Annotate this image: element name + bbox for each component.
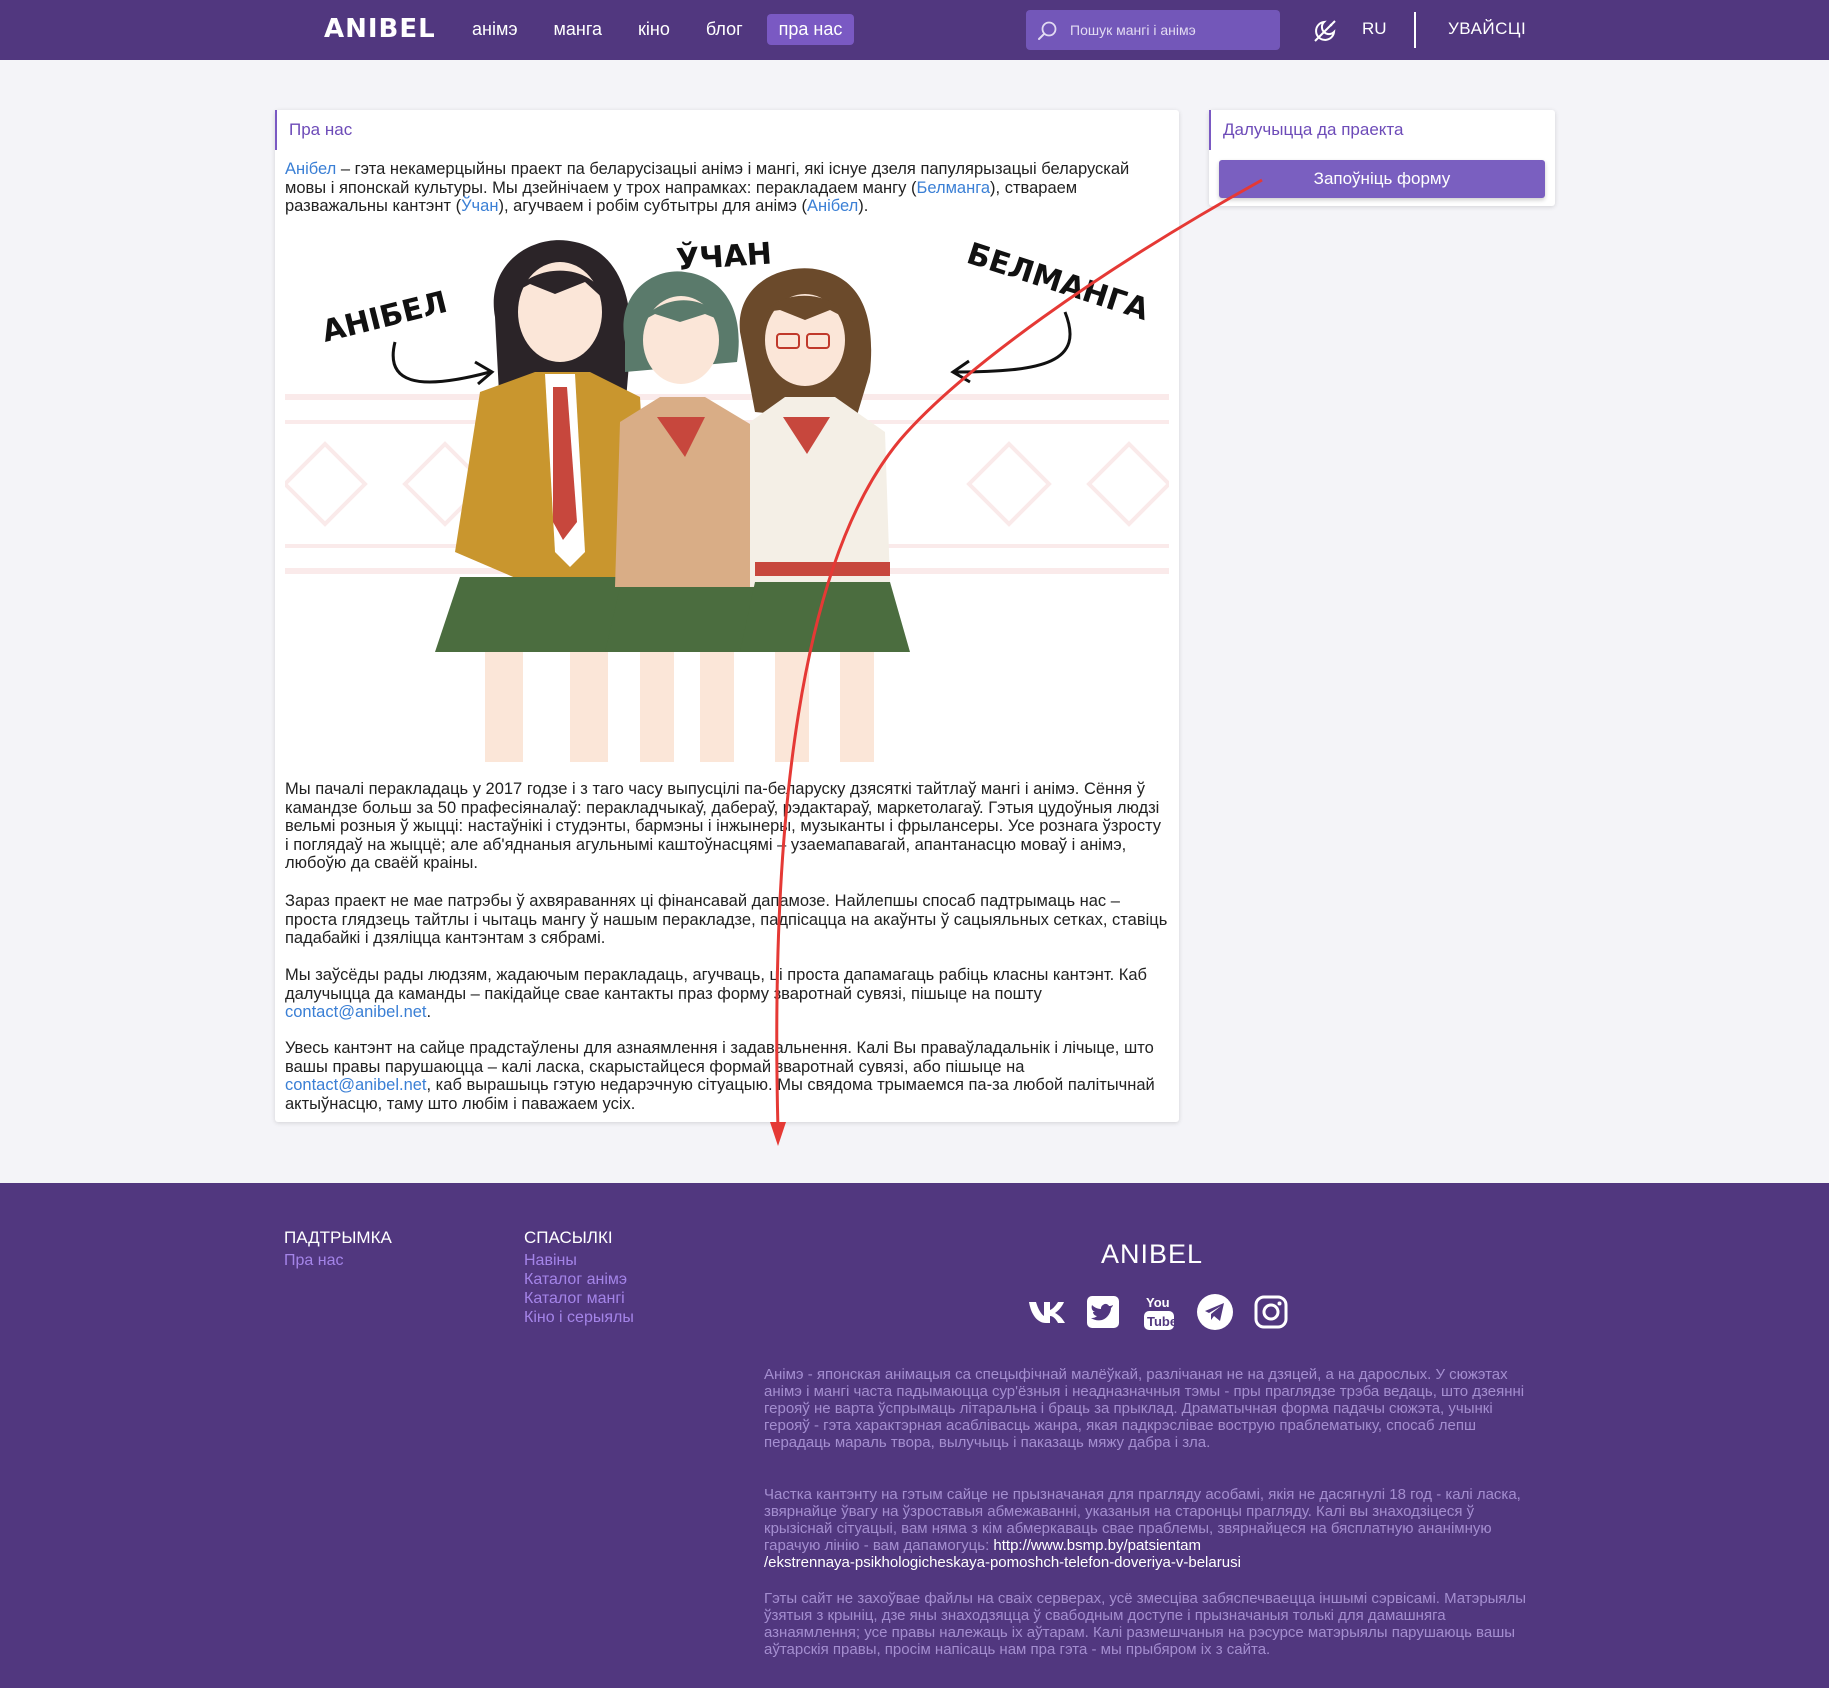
- anibel-link[interactable]: Анібел: [285, 160, 336, 178]
- footer-links-column: СПАСЫЛКІ Навіны Каталог анімэ Каталог ма…: [524, 1228, 634, 1327]
- join-text-2: .: [426, 1003, 432, 1021]
- label-uchan: ЎЧАН: [675, 235, 773, 278]
- about-join: Мы заўсёды рады людзям, жадаючым перакла…: [285, 966, 1169, 1022]
- nav-anime[interactable]: анімэ: [460, 14, 530, 45]
- top-navigation-bar: ANIBEL анімэ манга кіно блог пра нас RU …: [0, 0, 1829, 60]
- fill-form-button[interactable]: Запоўніць форму: [1219, 160, 1545, 198]
- theme-toggle-icon[interactable]: [1312, 18, 1338, 44]
- svg-text:Tube: Tube: [1147, 1314, 1176, 1329]
- instagram-icon[interactable]: [1251, 1292, 1291, 1332]
- footer-link-manga-catalog[interactable]: Каталог мангі: [524, 1289, 634, 1308]
- footer-brand: ANIBEL: [1101, 1239, 1204, 1269]
- twitter-icon[interactable]: [1083, 1292, 1123, 1332]
- about-history: Мы пачалі перакладаць у 2017 годзе і з т…: [285, 780, 1162, 872]
- about-title: Пра нас: [275, 110, 352, 150]
- search-box[interactable]: [1026, 10, 1280, 50]
- footer-support-heading: ПАДТРЫМКА: [284, 1228, 392, 1247]
- footer-disclaimer-anime: Анімэ - японская анімацыя са спецыфічнай…: [764, 1366, 1525, 1451]
- uchan-link[interactable]: Ўчан: [461, 197, 498, 215]
- footer-link-about[interactable]: Пра нас: [284, 1251, 392, 1270]
- search-input[interactable]: [1070, 18, 1270, 42]
- footer-link-news[interactable]: Навіны: [524, 1251, 634, 1270]
- label-anibel: АНІБЕЛ: [318, 285, 450, 350]
- copyright-text-1: Увесь кантэнт на сайце прадстаўлены для …: [285, 1039, 1154, 1076]
- nav-manga[interactable]: манга: [542, 14, 615, 45]
- footer-disclaimer-files: Гэты сайт не захоўвае файлы на сваіх сер…: [764, 1590, 1527, 1658]
- site-footer: ПАДТРЫМКА Пра нас СПАСЫЛКІ Навіны Катало…: [0, 1183, 1829, 1688]
- about-card: Пра нас Анібел – гэта некамерцыйны праек…: [275, 110, 1179, 1122]
- join-title: Далучыцца да праекта: [1209, 110, 1403, 150]
- belmanga-link[interactable]: Белманга: [916, 179, 990, 197]
- footer-link-anime-catalog[interactable]: Каталог анімэ: [524, 1270, 634, 1289]
- join-card: Далучыцца да праекта Запоўніць форму: [1209, 110, 1555, 206]
- label-belmanga: БЕЛМАНГА: [963, 236, 1154, 328]
- helpline-link-part2: /ekstrennaya-psikhologicheskaya-pomoshch…: [764, 1554, 1241, 1571]
- intro-text-3: ), агучваем і робім субтытры для анімэ (: [498, 197, 807, 215]
- team-illustration: АНІБЕЛ ЎЧАН БЕЛМАНГА: [285, 222, 1169, 762]
- footer-disclaimer-age: Частка кантэнту на гэтым сайце не прызна…: [764, 1486, 1534, 1571]
- about-intro: Анібел – гэта некамерцыйны праект па бел…: [285, 160, 1169, 216]
- site-logo[interactable]: ANIBEL: [324, 14, 436, 44]
- intro-text-4: ).: [858, 197, 869, 215]
- helpline-link-part1: http://www.bsmp.by/patsientam: [993, 1537, 1201, 1554]
- footer-links-heading: СПАСЫЛКІ: [524, 1228, 613, 1247]
- vk-icon[interactable]: [1027, 1292, 1067, 1332]
- search-icon: [1038, 21, 1057, 40]
- footer-link-movies[interactable]: Кіно і серыялы: [524, 1308, 634, 1327]
- about-copyright: Увесь кантэнт на сайце прадстаўлены для …: [285, 1039, 1169, 1113]
- header-divider: [1414, 12, 1416, 48]
- footer-support-column: ПАДТРЫМКА Пра нас: [284, 1228, 392, 1270]
- about-support: Зараз праект не мае патрэбы ў ахвяраванн…: [285, 892, 1168, 947]
- nav-about[interactable]: пра нас: [766, 14, 855, 45]
- nav-cinema[interactable]: кіно: [626, 14, 682, 45]
- telegram-icon[interactable]: [1195, 1292, 1235, 1332]
- login-button[interactable]: УВАЙСЦІ: [1448, 19, 1526, 39]
- nav-blog[interactable]: блог: [694, 14, 755, 45]
- youtube-icon[interactable]: You Tube: [1139, 1292, 1179, 1332]
- svg-text:You: You: [1146, 1295, 1170, 1310]
- main-nav: анімэ манга кіно блог пра нас: [460, 14, 855, 45]
- contact-email-link-2[interactable]: contact@anibel.net: [285, 1076, 427, 1094]
- contact-email-link[interactable]: contact@anibel.net: [285, 1003, 427, 1021]
- character-belmanga: [739, 268, 910, 762]
- join-text-1: Мы заўсёды рады людзям, жадаючым перакла…: [285, 966, 1147, 1003]
- social-links: You Tube: [1027, 1292, 1291, 1332]
- anibel-link-2[interactable]: Анібел: [807, 197, 858, 215]
- language-switch[interactable]: RU: [1362, 19, 1387, 39]
